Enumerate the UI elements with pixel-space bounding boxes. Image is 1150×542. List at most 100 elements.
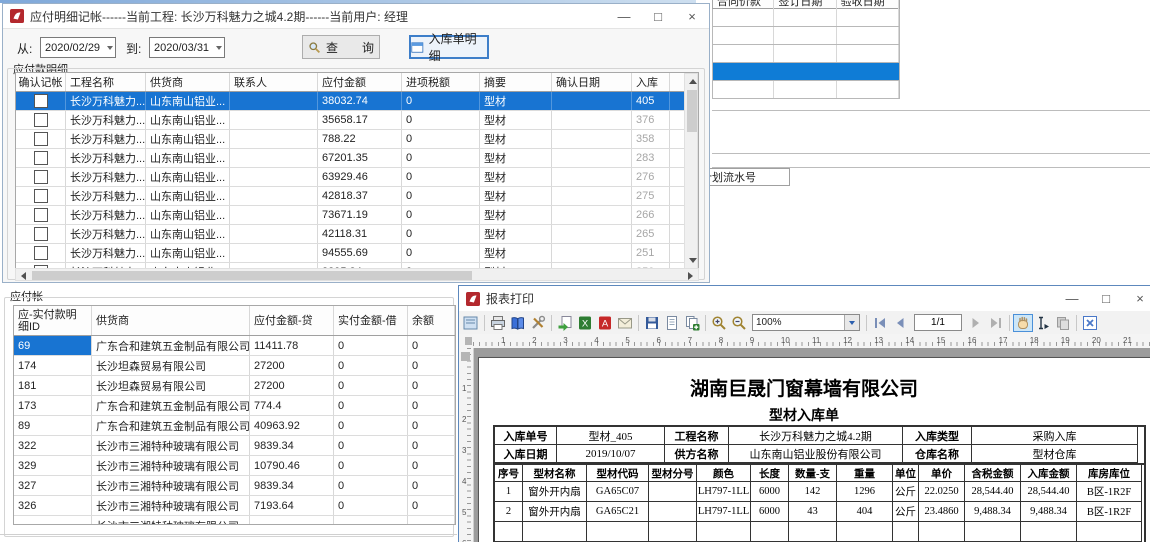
column-header[interactable]: 供货商	[146, 73, 230, 91]
preview-area[interactable]: 123456 湖南巨晟门窗幕墙有限公司 型材入库单 入库单号型材_405工程名称…	[459, 348, 1150, 542]
table-row[interactable]: 69广东合和建筑五金制品有限公司11411.7800	[14, 336, 455, 356]
maximize-button[interactable]: □	[1089, 291, 1123, 306]
close-button[interactable]: ×	[675, 9, 709, 24]
tools-icon[interactable]	[528, 314, 548, 332]
payable-detail-titlebar[interactable]: 应付明细记帐------当前工程: 长沙万科魅力之城4.2期------当前用户…	[3, 4, 709, 29]
column-header[interactable]: 摘要	[480, 73, 552, 91]
app-icon	[466, 292, 480, 306]
table-row[interactable]	[712, 9, 900, 27]
column-header[interactable]: 供货商	[92, 306, 250, 335]
zoom-in-icon[interactable]	[709, 314, 729, 332]
query-button[interactable]: 查 询	[302, 35, 380, 59]
table-row[interactable]	[712, 63, 900, 81]
table-row[interactable]: 329长沙市三湘特种玻璃有限公司10790.4600	[14, 456, 455, 476]
column-header[interactable]: 应-实付款明细ID	[14, 306, 92, 335]
search-icon	[308, 41, 321, 54]
table-row[interactable]	[712, 27, 900, 45]
table-row[interactable]: 长沙万科魅力...山东南山铝业...73671.190型材266	[16, 206, 684, 225]
copy-icon[interactable]	[1053, 314, 1073, 332]
to-date-picker[interactable]: 2020/03/31	[149, 37, 225, 58]
report-detail-table: 序号型材名称型材代码型材分号颜色长度数量-支重量单位单价含税金额入库金额库房库位…	[493, 464, 1146, 542]
report-print-titlebar[interactable]: 报表打印 — □ ×	[459, 286, 1150, 312]
confirm-checkbox[interactable]	[34, 189, 48, 203]
minimize-button[interactable]: —	[607, 9, 641, 24]
vertical-ruler: 123456	[459, 348, 474, 542]
column-header[interactable]: 确认日期	[552, 73, 632, 91]
table-row[interactable]: 89广东合和建筑五金制品有限公司40963.9200	[14, 416, 455, 436]
report-detail-header: 序号型材名称型材代码型材分号颜色长度数量-支重量单位单价含税金额入库金额库房库位	[495, 465, 1144, 482]
table-row[interactable]: 长沙万科魅力...山东南山铝业...63929.460型材276	[16, 168, 684, 187]
confirm-checkbox[interactable]	[34, 113, 48, 127]
save-icon[interactable]	[642, 314, 662, 332]
pdf-icon[interactable]: A	[595, 314, 615, 332]
close-preview-icon[interactable]	[1080, 314, 1100, 332]
confirm-checkbox[interactable]	[34, 132, 48, 146]
table-row[interactable]: 326长沙市三湘特种玻璃有限公司7193.6400	[14, 496, 455, 516]
chevron-down-icon[interactable]	[104, 38, 115, 57]
mail-icon[interactable]	[615, 314, 635, 332]
hand-tool-icon[interactable]	[1013, 314, 1033, 332]
minimize-button[interactable]: —	[1055, 291, 1089, 306]
column-header[interactable]: 联系人	[230, 73, 318, 91]
chevron-down-icon[interactable]	[844, 315, 859, 330]
next-page-icon[interactable]	[966, 314, 986, 332]
background-table: 合同价款签订日期验收日期	[712, 0, 900, 99]
column-header[interactable]: 入库	[632, 73, 670, 91]
confirm-checkbox[interactable]	[34, 94, 48, 108]
table-row[interactable]: 长沙万科魅力...山东南山铝业...788.220型材358	[16, 130, 684, 149]
column-header[interactable]: 余额	[408, 306, 455, 335]
text-select-icon[interactable]	[1033, 314, 1053, 332]
horizontal-scrollbar[interactable]	[15, 268, 699, 281]
export-icon[interactable]	[555, 314, 575, 332]
chevron-down-icon[interactable]	[213, 38, 224, 57]
close-button[interactable]: ×	[1123, 291, 1150, 306]
table-row[interactable]	[712, 81, 900, 99]
confirm-checkbox[interactable]	[34, 170, 48, 184]
column-header[interactable]: 工程名称	[66, 73, 146, 91]
column-header[interactable]: 应付金额-贷	[250, 306, 334, 335]
confirm-checkbox[interactable]	[34, 246, 48, 260]
report-print-window: 报表打印 — □ × X A	[458, 285, 1150, 542]
table-row[interactable]: 长沙万科魅力...山东南山铝业...42118.310型材265	[16, 225, 684, 244]
table-row[interactable]	[712, 45, 900, 63]
from-label: 从:	[17, 40, 32, 57]
column-header[interactable]: 应付金额	[318, 73, 402, 91]
page-icon[interactable]	[662, 314, 682, 332]
table-row[interactable]: 长沙万科魅力...山东南山铝业...67201.350型材283	[16, 149, 684, 168]
table-row[interactable]: 173广东合和建筑五金制品有限公司774.400	[14, 396, 455, 416]
column-header[interactable]: 实付金额-借	[334, 306, 408, 335]
last-page-icon[interactable]	[986, 314, 1006, 332]
svg-text:X: X	[582, 318, 589, 329]
confirm-checkbox[interactable]	[34, 151, 48, 165]
page-number-input[interactable]	[914, 314, 962, 331]
table-row[interactable]: 长沙万科魅力...山东南山铝业...35658.170型材376	[16, 111, 684, 130]
confirm-checkbox[interactable]	[34, 227, 48, 241]
vertical-scrollbar[interactable]	[684, 73, 698, 269]
table-row[interactable]: 长沙万科魅力...山东南山铝业...94555.690型材251	[16, 244, 684, 263]
horizontal-ruler: 123456789101112131415161718192021	[459, 334, 1150, 349]
table-row[interactable]: 长沙万科魅力...山东南山铝业...42818.370型材275	[16, 187, 684, 206]
to-label: 到:	[126, 40, 141, 57]
table-row[interactable]: 181长沙坦森贸易有限公司2720000	[14, 376, 455, 396]
column-header[interactable]: 进项税额	[402, 73, 480, 91]
maximize-button[interactable]: □	[641, 9, 675, 24]
table-row[interactable]: 322长沙市三湘特种玻璃有限公司9839.3400	[14, 436, 455, 456]
inbound-detail-button[interactable]: 入库单明细	[409, 35, 489, 59]
payable-detail-window: 应付明细记帐------当前工程: 长沙万科魅力之城4.2期------当前用户…	[2, 3, 710, 283]
excel-icon[interactable]: X	[575, 314, 595, 332]
table-row[interactable]: 174长沙坦森贸易有限公司2720000	[14, 356, 455, 376]
table-row[interactable]: 327长沙市三湘特种玻璃有限公司9839.3400	[14, 476, 455, 496]
zoom-level-combo[interactable]: 100%	[752, 314, 860, 331]
first-page-icon[interactable]	[870, 314, 890, 332]
pages-icon[interactable]	[682, 314, 702, 332]
prev-page-icon[interactable]	[890, 314, 910, 332]
table-row[interactable]: 长沙市三湘特种玻璃有限公司	[14, 516, 455, 525]
zoom-out-icon[interactable]	[729, 314, 749, 332]
confirm-checkbox[interactable]	[34, 208, 48, 222]
from-date-picker[interactable]: 2020/02/29	[40, 37, 116, 58]
toc-icon[interactable]	[461, 314, 481, 332]
print-icon[interactable]	[488, 314, 508, 332]
book-icon[interactable]	[508, 314, 528, 332]
column-header[interactable]: 确认记帐	[16, 73, 66, 91]
table-row[interactable]: 长沙万科魅力...山东南山铝业...38032.740型材405	[16, 92, 684, 111]
